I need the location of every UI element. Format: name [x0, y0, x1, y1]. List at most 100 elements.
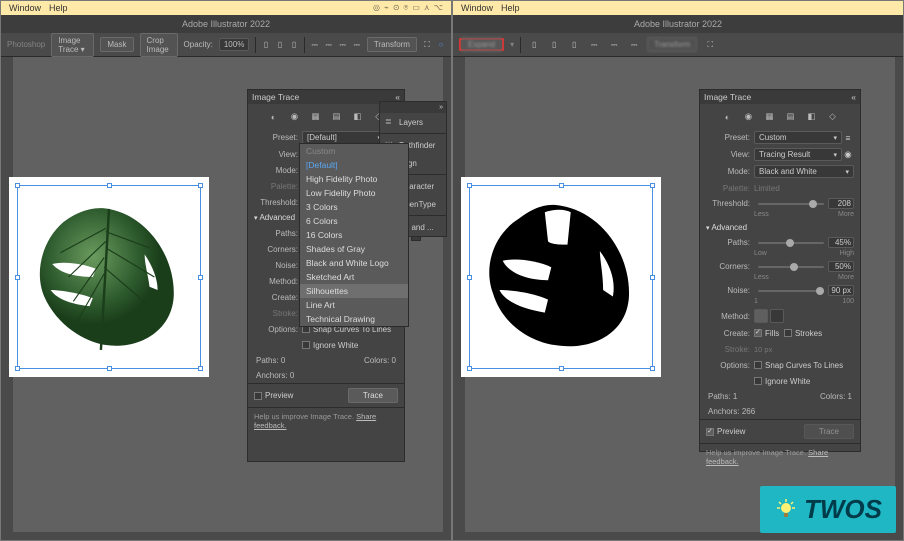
menu-window[interactable]: Window	[461, 3, 493, 13]
image-trace-panel[interactable]: Image Trace « ◐ ◉ ▦ ▤ ◧ ◇ Preset: Custom…	[699, 89, 861, 452]
distribute-icon[interactable]: ⎓	[311, 38, 319, 52]
method-overlapping-icon[interactable]	[770, 309, 784, 323]
image-trace-button[interactable]: Image Trace ▾	[51, 33, 94, 57]
align-icon[interactable]: ▯	[567, 38, 581, 52]
grayscale-icon[interactable]: ▤	[784, 110, 797, 123]
preset-select[interactable]: Custom▾	[754, 131, 842, 144]
preset-option-shades-gray[interactable]: Shades of Gray	[300, 242, 408, 256]
transform-button[interactable]: Transform	[367, 37, 417, 52]
low-color-icon[interactable]: ▦	[763, 110, 776, 123]
selection-frame[interactable]	[17, 185, 201, 369]
handle-icon[interactable]	[15, 275, 20, 280]
black-white-icon[interactable]: ◧	[805, 110, 818, 123]
handle-icon[interactable]	[467, 275, 472, 280]
strokes-checkbox[interactable]: Strokes	[784, 329, 822, 338]
preset-option-bw-logo[interactable]: Black and White Logo	[300, 256, 408, 270]
method-abutting-icon[interactable]	[754, 309, 768, 323]
view-eye-icon[interactable]: ◉	[842, 149, 854, 160]
user-icon[interactable]: ○	[437, 38, 445, 52]
outline-icon[interactable]: ◇	[826, 110, 839, 123]
opacity-value-field[interactable]: 100%	[219, 38, 249, 51]
auto-color-icon[interactable]: ◐	[267, 110, 280, 123]
distribute-icon[interactable]: ⎓	[587, 38, 601, 52]
preset-option-technical[interactable]: Technical Drawing	[300, 312, 408, 326]
align-icon[interactable]: ▯	[547, 38, 561, 52]
corners-value-field[interactable]: 50%	[828, 261, 854, 272]
black-white-icon[interactable]: ◧	[351, 110, 364, 123]
distribute-icon[interactable]: ⎓	[627, 38, 641, 52]
handle-icon[interactable]	[107, 183, 112, 188]
preset-option-silhouettes[interactable]: Silhouettes	[300, 284, 408, 298]
handle-icon[interactable]	[559, 366, 564, 371]
dock-titlebar[interactable]: »	[380, 102, 446, 113]
low-color-icon[interactable]: ▦	[309, 110, 322, 123]
fills-checkbox[interactable]: Fills	[754, 329, 779, 338]
handle-icon[interactable]	[559, 183, 564, 188]
distribute-icon[interactable]: ⎓	[607, 38, 621, 52]
handle-icon[interactable]	[198, 183, 203, 188]
align-icon[interactable]: ▯	[527, 38, 541, 52]
preset-option-6-colors[interactable]: 6 Colors	[300, 214, 408, 228]
paths-slider[interactable]	[758, 242, 824, 244]
fullscreen-icon[interactable]: ⛶	[423, 38, 431, 52]
expand-button[interactable]: Expand	[461, 37, 502, 52]
fullscreen-icon[interactable]: ⛶	[703, 38, 717, 52]
distribute-icon[interactable]: ⎓	[353, 38, 361, 52]
panel-titlebar[interactable]: Image Trace «	[700, 90, 860, 104]
preset-menu-icon[interactable]: ≡	[842, 133, 854, 143]
view-select[interactable]: Tracing Result▾	[754, 148, 842, 161]
mode-select[interactable]: Black and White▾	[754, 165, 854, 178]
advanced-section-header[interactable]: Advanced	[700, 220, 860, 235]
align-right-icon[interactable]: ▯	[290, 38, 298, 52]
preset-option-3-colors[interactable]: 3 Colors	[300, 200, 408, 214]
high-color-icon[interactable]: ◉	[288, 110, 301, 123]
handle-icon[interactable]	[198, 275, 203, 280]
high-color-icon[interactable]: ◉	[742, 110, 755, 123]
handle-icon[interactable]	[467, 183, 472, 188]
preset-option-low-fidelity[interactable]: Low Fidelity Photo	[300, 186, 408, 200]
auto-color-icon[interactable]: ◐	[721, 110, 734, 123]
noise-value-field[interactable]: 90 px	[828, 285, 854, 296]
trace-button[interactable]: Trace	[348, 388, 398, 403]
preset-option-high-fidelity[interactable]: High Fidelity Photo	[300, 172, 408, 186]
ignore-white-checkbox[interactable]: Ignore White	[754, 377, 810, 386]
menu-help[interactable]: Help	[501, 3, 520, 13]
handle-icon[interactable]	[15, 366, 20, 371]
selection-frame[interactable]	[469, 185, 653, 369]
handle-icon[interactable]	[467, 366, 472, 371]
collapse-dock-icon[interactable]: »	[439, 104, 443, 111]
grayscale-icon[interactable]: ▤	[330, 110, 343, 123]
layers-panel-item[interactable]: ≣Layers	[380, 113, 446, 131]
preset-option-sketched[interactable]: Sketched Art	[300, 270, 408, 284]
paths-value-field[interactable]: 45%	[828, 237, 854, 248]
handle-icon[interactable]	[15, 183, 20, 188]
mask-button[interactable]: Mask	[100, 37, 133, 52]
align-center-icon[interactable]: ▯	[276, 38, 284, 52]
preview-checkbox[interactable]: Preview	[706, 427, 745, 436]
transform-button[interactable]: Transform	[647, 37, 697, 52]
snap-curves-checkbox[interactable]: Snap Curves To Lines	[754, 361, 843, 370]
ignore-white-checkbox[interactable]: Ignore White	[302, 341, 358, 350]
crop-image-button[interactable]: Crop Image	[140, 33, 178, 57]
noise-slider[interactable]	[758, 290, 824, 292]
trace-button[interactable]: Trace	[804, 424, 854, 439]
threshold-value-field[interactable]: 208	[828, 198, 854, 209]
handle-icon[interactable]	[198, 366, 203, 371]
distribute-icon[interactable]: ⎓	[339, 38, 347, 52]
preset-option-custom[interactable]: Custom	[300, 144, 408, 158]
handle-icon[interactable]	[650, 183, 655, 188]
panel-collapse-icon[interactable]: «	[851, 92, 856, 102]
distribute-icon[interactable]: ⎓	[325, 38, 333, 52]
handle-icon[interactable]	[107, 366, 112, 371]
handle-icon[interactable]	[650, 366, 655, 371]
threshold-slider[interactable]	[758, 203, 824, 205]
preset-dropdown-menu[interactable]: Custom [Default] High Fidelity Photo Low…	[299, 143, 409, 327]
preset-option-default[interactable]: [Default]	[300, 158, 408, 172]
preset-option-16-colors[interactable]: 16 Colors	[300, 228, 408, 242]
corners-slider[interactable]	[758, 266, 824, 268]
align-left-icon[interactable]: ▯	[262, 38, 270, 52]
preview-checkbox[interactable]: Preview	[254, 391, 293, 400]
menu-window[interactable]: Window	[9, 3, 41, 13]
handle-icon[interactable]	[650, 275, 655, 280]
preset-option-line-art[interactable]: Line Art	[300, 298, 408, 312]
